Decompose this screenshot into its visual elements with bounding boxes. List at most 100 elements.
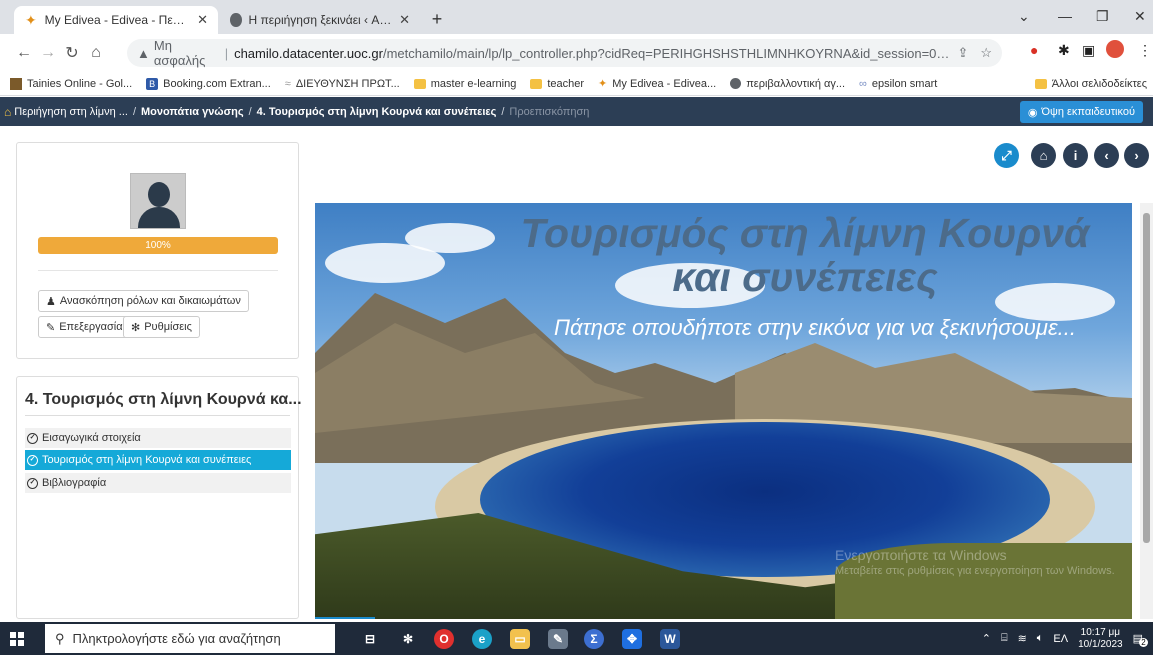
close-window-icon[interactable]: ✕: [1134, 8, 1146, 25]
close-tab-icon[interactable]: ✕: [197, 12, 208, 28]
restore-icon[interactable]: ❐: [1096, 8, 1109, 25]
sigma-app-icon[interactable]: Σ: [584, 629, 604, 649]
slide-headline-line1: Τουρισμός στη λίμνη Κουρνά: [520, 210, 1090, 256]
task-view-icon[interactable]: ⊟: [360, 629, 380, 649]
windows-start-icon[interactable]: [10, 632, 24, 646]
breadcrumb: ⌂ Περιήγηση στη λίμνη ... / Μονοπάτια γν…: [0, 97, 1153, 126]
home-icon[interactable]: ⌂: [84, 44, 108, 62]
toc-item-label: Εισαγωγικά στοιχεία: [42, 432, 141, 444]
url-path: /metchamilo/main/lp/lp_controller.php?ci…: [382, 45, 957, 61]
next-button[interactable]: ›: [1124, 143, 1149, 168]
toc-item-label: Τουρισμός στη λίμνη Κουρνά και συνέπειες: [42, 454, 252, 466]
sidepanel-icon[interactable]: ▣: [1082, 42, 1095, 59]
chevron-up-icon[interactable]: ⌃: [982, 632, 991, 645]
breadcrumb-separator: /: [248, 105, 252, 118]
previous-button[interactable]: ‹: [1094, 143, 1119, 168]
slide-headline: Τουρισμός στη λίμνη Κουρνά και συνέπειες: [485, 211, 1125, 299]
folder-icon: [1034, 78, 1047, 89]
toc-item-intro[interactable]: ✓ Εισαγωγικά στοιχεία: [25, 428, 291, 449]
back-icon[interactable]: ←: [12, 44, 36, 62]
other-bookmarks[interactable]: Άλλοι σελιδοδείκτες: [1034, 78, 1147, 90]
breadcrumb-preview: Προεπισκόπηση: [509, 105, 590, 118]
notification-count: 2: [1139, 638, 1148, 647]
reload-icon[interactable]: ↻: [60, 43, 84, 63]
lesson-toc-panel: 4. Τουρισμός στη λίμνη Κουρνά κα... ✓ Ει…: [16, 376, 302, 619]
home-icon[interactable]: ⌂: [4, 105, 11, 119]
edge-icon[interactable]: e: [472, 629, 492, 649]
bookmark-item[interactable]: B Booking.com Extran...: [146, 77, 271, 90]
taskbar-search[interactable]: ⚲ Πληκτρολογήστε εδώ για αναζήτηση: [45, 624, 335, 653]
scrollbar-thumb[interactable]: [1143, 213, 1150, 543]
teacher-view-label: Όψη εκπαιδευτικού: [1041, 106, 1135, 118]
windows-watermark: Ενεργοποιήστε τα Windows: [835, 547, 1007, 563]
bookmark-item[interactable]: teacher: [530, 78, 584, 90]
edivea-favicon-icon: ✦: [24, 11, 37, 28]
globe-icon: [730, 78, 742, 89]
forward-icon[interactable]: →: [36, 44, 60, 62]
minimize-icon[interactable]: —: [1058, 8, 1072, 24]
paint-icon[interactable]: ✎: [548, 629, 568, 649]
share-icon[interactable]: ⇪: [957, 45, 968, 61]
file-explorer-icon[interactable]: ▭: [510, 629, 530, 649]
bookmark-label: epsilon smart: [871, 77, 938, 90]
close-tab-icon[interactable]: ✕: [399, 12, 410, 28]
browser-tab-active[interactable]: ✦ My Edivea - Edivea - Περιήγηση ✕: [14, 6, 218, 34]
breadcrumb-lesson[interactable]: 4. Τουρισμός στη λίμνη Κουρνά και συνέπε…: [257, 106, 497, 118]
slide-headline-line2: και συνέπειες: [672, 254, 938, 300]
scrollbar[interactable]: [1140, 203, 1153, 619]
profile-avatar-icon[interactable]: [1106, 40, 1124, 58]
tab-search-icon[interactable]: ⌄: [1018, 8, 1030, 25]
bookmark-star-icon[interactable]: ☆: [980, 45, 992, 61]
breadcrumb-course[interactable]: Περιήγηση στη λίμνη ...: [14, 106, 128, 118]
slide-subline: Πάτησε οπουδήποτε στην εικόνα για να ξεκ…: [554, 315, 1076, 340]
extensions-icon[interactable]: ✱: [1058, 42, 1070, 59]
divider: [38, 270, 278, 271]
wifi-icon[interactable]: ≋: [1018, 632, 1027, 645]
progress-bar: 100%: [38, 237, 278, 254]
browser-tab[interactable]: Η περιήγηση ξεκινάει ‹ All H5P C ✕: [220, 6, 420, 34]
bookmark-item[interactable]: ≈ ΔΙΕΥΘΥΝΣΗ ΠΡΩΤ...: [285, 78, 400, 90]
tab-title: Η περιήγηση ξεκινάει ‹ All H5P C: [248, 13, 393, 27]
word-icon[interactable]: W: [660, 629, 680, 649]
bookmark-item[interactable]: master e-learning: [413, 77, 517, 90]
settings-gear-icon[interactable]: ✻: [398, 629, 418, 649]
new-tab-button[interactable]: +: [427, 10, 447, 30]
network-icon[interactable]: ⌸: [1001, 632, 1008, 645]
menu-icon[interactable]: ⋮: [1138, 42, 1152, 59]
volume-icon[interactable]: 🔈︎: [1037, 632, 1044, 645]
progress-fill: 100%: [38, 237, 278, 254]
slide-image[interactable]: Τουρισμός στη λίμνη Κουρνά και συνέπειες…: [315, 203, 1132, 619]
home-button[interactable]: ⌂: [1031, 143, 1056, 168]
clock[interactable]: 10:17 μμ 10/1/2023: [1078, 627, 1123, 651]
url-field[interactable]: ▲ Μη ασφαλής | chamilo.datacenter.uoc.gr…: [127, 38, 1002, 68]
slide-progress-line: [315, 617, 375, 619]
bookmark-item[interactable]: ✦ My Edivea - Edivea...: [598, 77, 716, 91]
notification-icon[interactable]: ▤ 2: [1133, 632, 1148, 647]
toc-item-bibliography[interactable]: ✓ Βιβλιογραφία: [25, 473, 291, 494]
breadcrumb-learning-paths[interactable]: Μονοπάτια γνώσης: [141, 106, 244, 118]
teacher-view-button[interactable]: ◉ Όψη εκπαιδευτικού: [1019, 101, 1143, 123]
search-icon: ⚲: [55, 630, 65, 646]
language-indicator[interactable]: ΕΛ: [1053, 633, 1068, 645]
edit-button[interactable]: ✎ Επεξεργασία: [38, 316, 131, 338]
adblock-icon[interactable]: ●: [1030, 42, 1038, 58]
dropbox-icon[interactable]: ✥: [622, 629, 642, 649]
bookmark-label: master e-learning: [430, 77, 517, 90]
settings-button[interactable]: ✻ Ρυθμίσεις: [123, 316, 200, 338]
bookmark-label: teacher: [547, 77, 585, 90]
bookmark-item[interactable]: Tainies Online - Gol...: [10, 77, 132, 90]
folder-icon: [413, 78, 426, 89]
check-circle-icon: ✓: [27, 477, 38, 489]
edit-label: Επεξεργασία: [59, 321, 123, 333]
roles-label: Ανασκόπηση ρόλων και δικαιωμάτων: [59, 295, 241, 307]
opera-icon[interactable]: O: [434, 629, 454, 649]
toc-item-tourism[interactable]: ✓ Τουρισμός στη λίμνη Κουρνά και συνέπει…: [25, 450, 291, 471]
divider: [25, 415, 290, 416]
breadcrumb-separator: /: [132, 105, 136, 118]
fullscreen-button[interactable]: ⤢: [994, 143, 1019, 168]
link-icon: ∞: [859, 77, 867, 90]
roles-button[interactable]: ♟ Ανασκόπηση ρόλων και δικαιωμάτων: [38, 290, 249, 312]
info-button[interactable]: i: [1063, 143, 1088, 168]
bookmark-item[interactable]: περιβαλλοντική αγ...: [730, 78, 845, 90]
bookmark-item[interactable]: ∞ epsilon smart: [859, 78, 937, 90]
